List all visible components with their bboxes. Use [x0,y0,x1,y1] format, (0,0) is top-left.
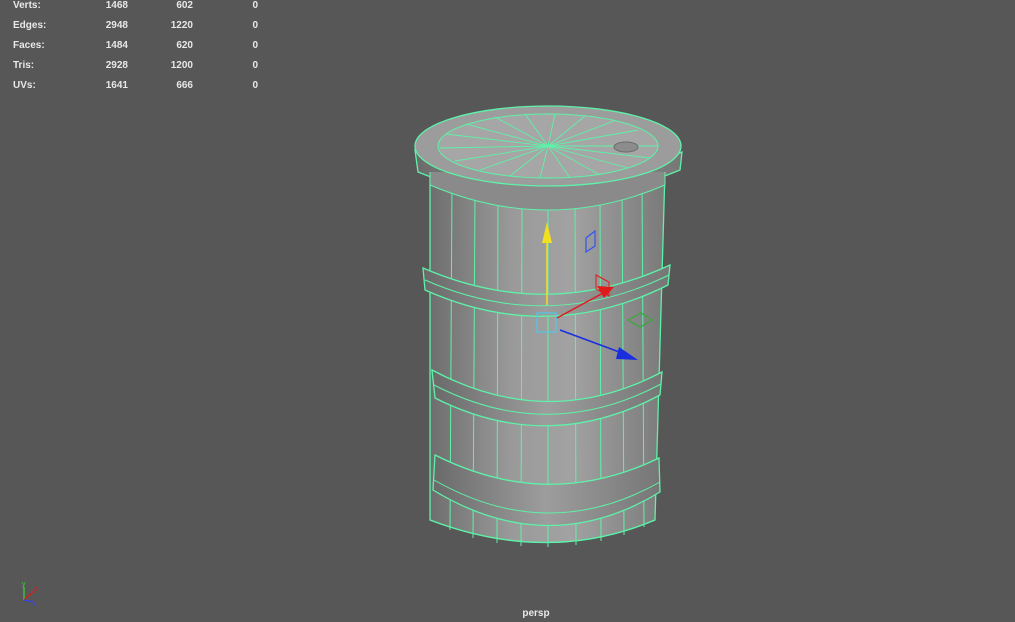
barrel-bung [613,141,639,153]
camera-name-label: persp [522,608,550,619]
scene-canvas[interactable] [0,0,1015,622]
axis-z-label: z [33,601,37,608]
axis-x-label: x [34,586,38,593]
view-axis-indicator: y x z [22,581,38,608]
viewport-persp[interactable]: Verts: 1468 602 0 Edges: 2948 1220 0 Fac… [0,0,1015,622]
axis-y-label: y [22,581,26,588]
